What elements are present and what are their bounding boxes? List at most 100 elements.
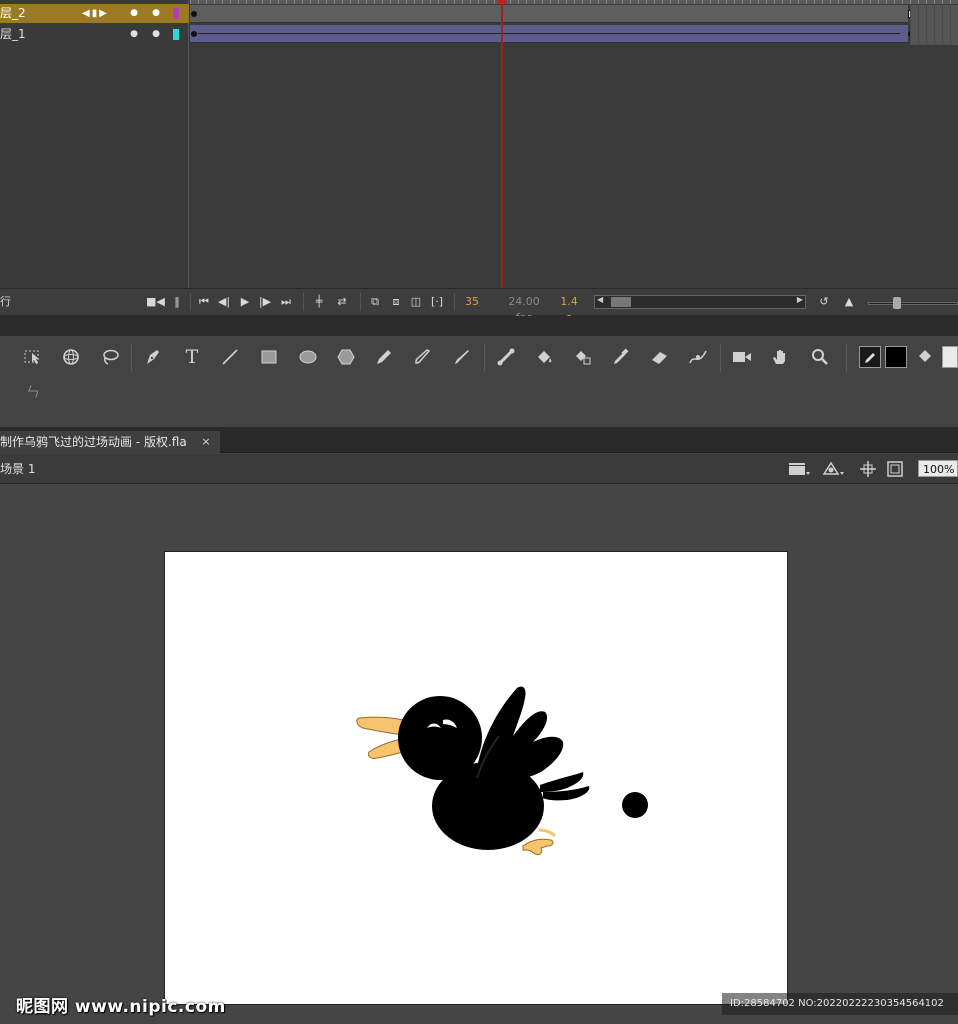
playhead-handle[interactable] (498, 0, 506, 4)
go-first-frame-icon[interactable]: ⏮ (197, 294, 211, 310)
zoom-input[interactable]: 100% (918, 460, 958, 477)
brush-tool-icon[interactable] (449, 345, 475, 369)
divider (484, 344, 485, 372)
text-tool-icon[interactable]: T (179, 345, 205, 369)
center-stage-icon[interactable] (858, 460, 880, 478)
paint-bucket-tool-icon[interactable] (531, 345, 557, 369)
width-tool-icon[interactable] (685, 345, 711, 369)
current-frame[interactable]: 35 (462, 294, 482, 310)
frame-rate[interactable]: 24.00 fps (500, 294, 548, 324)
keyframe-nav-icon[interactable]: ◀▮▶ (82, 4, 109, 23)
fill-color-swatch[interactable] (885, 346, 907, 368)
layer-color-swatch[interactable] (173, 8, 179, 19)
stage-canvas[interactable] (164, 551, 788, 1005)
fill-preview-swatch[interactable] (942, 346, 958, 368)
watermark-logo: 昵图网 www.nipic.com (16, 997, 226, 1017)
go-last-frame-icon[interactable]: ⏭ (279, 294, 293, 310)
divider (454, 293, 455, 311)
edit-bar: 场景 1 100% (0, 454, 958, 484)
edit-symbols-icon[interactable] (822, 460, 844, 478)
scroll-left-icon[interactable]: ◀ (597, 295, 603, 304)
keyframe-icon[interactable] (191, 31, 197, 37)
onion-skin-icon[interactable]: ⧉ (368, 294, 382, 310)
play-icon[interactable]: ▶ (238, 294, 252, 310)
timeline-label: 行 (0, 295, 11, 308)
rectangle-tool-icon[interactable] (256, 345, 282, 369)
keyframe-icon[interactable] (191, 11, 197, 17)
layer-row-2[interactable]: 层_2 ◀▮▶ ● ● (0, 4, 189, 23)
divider (846, 344, 847, 372)
expand-icon[interactable]: ▲ (842, 294, 856, 310)
visibility-dot-icon[interactable]: ● (130, 25, 138, 44)
layer-name[interactable]: 层_2 (0, 4, 26, 23)
modify-markers-icon[interactable]: [·] (429, 294, 445, 310)
edit-scene-icon[interactable] (788, 460, 810, 478)
3d-rotation-tool-icon[interactable] (58, 345, 84, 369)
oval-tool-icon[interactable] (295, 345, 321, 369)
crow-illustration[interactable] (345, 680, 615, 860)
timeline-scrollbar[interactable]: ◀ ▶ (594, 295, 806, 309)
line-tool-icon[interactable] (217, 345, 243, 369)
ink-bottle-tool-icon[interactable] (570, 345, 596, 369)
hand-tool-icon[interactable] (768, 345, 794, 369)
camera-toggle-icon[interactable]: ■◀ (146, 294, 165, 310)
layer-options-icon[interactable]: ‖ (172, 294, 182, 310)
timeline-controls: 行 ■◀ ‖ ⏮ ◀| ▶ |▶ ⏭ ╪ ⇄ ⧉ ⧈ ◫ [·] 35 24.0… (0, 288, 958, 324)
frame-ruler[interactable] (190, 0, 958, 4)
timeline-panel: 层_2 ◀▮▶ ● ● 层_1 ● ● (0, 0, 958, 288)
free-transform-tool-icon[interactable] (20, 345, 46, 369)
divider (360, 293, 361, 311)
layer-name[interactable]: 层_1 (0, 25, 26, 44)
document-tab[interactable]: 制作乌鸦飞过的过场动画 - 版权.fla × (0, 431, 220, 453)
eraser-tool-icon[interactable] (647, 345, 673, 369)
loop-icon[interactable]: ⇄ (334, 294, 350, 310)
divider (190, 293, 191, 311)
camera-tool-icon[interactable] (729, 345, 755, 369)
divider (303, 293, 304, 311)
frames-area[interactable] (190, 0, 958, 288)
pen-tool-icon[interactable] (140, 345, 166, 369)
onion-skin-outline-icon[interactable]: ⧈ (389, 294, 403, 310)
step-back-icon[interactable]: ◀| (217, 294, 231, 310)
lock-dot-icon[interactable]: ● (152, 4, 160, 23)
undo-loop-icon[interactable]: ↺ (816, 294, 832, 310)
frame-cells[interactable] (910, 5, 958, 45)
layer-row-1[interactable]: 层_1 ● ● (0, 25, 189, 44)
edit-multiple-frames-icon[interactable]: ◫ (409, 294, 423, 310)
visibility-dot-icon[interactable]: ● (130, 4, 138, 23)
lock-dot-icon[interactable]: ● (152, 25, 160, 44)
tools-panel: T ㄣ (0, 336, 958, 428)
polystar-tool-icon[interactable] (333, 345, 359, 369)
timeline-zoom-slider[interactable] (868, 302, 958, 305)
subtool-icon[interactable]: ㄣ (26, 382, 40, 401)
frame-strip-layer-2[interactable] (190, 5, 913, 23)
paint-brush-tool-icon[interactable] (410, 345, 436, 369)
close-icon[interactable]: × (199, 431, 213, 453)
motion-tween-arrow (198, 33, 900, 34)
zoom-tool-icon[interactable] (807, 345, 833, 369)
stroke-color-swatch[interactable] (859, 346, 881, 368)
divider (720, 344, 721, 372)
pencil-tool-icon[interactable] (371, 345, 397, 369)
elapsed-time[interactable]: 1.4 s (556, 294, 582, 324)
lasso-tool-icon[interactable] (97, 345, 123, 369)
scroll-right-icon[interactable]: ▶ (797, 295, 803, 304)
eyedropper-tool-icon[interactable] (608, 345, 634, 369)
layer-list: 层_2 ◀▮▶ ● ● 层_1 ● ● (0, 0, 189, 288)
layer-color-swatch[interactable] (173, 29, 179, 40)
slider-thumb[interactable] (893, 297, 901, 309)
clip-content-icon[interactable] (886, 460, 908, 478)
divider (131, 344, 132, 372)
scrollbar-thumb[interactable] (611, 297, 631, 307)
bone-tool-icon[interactable] (493, 345, 519, 369)
panel-divider[interactable] (0, 316, 958, 336)
ball-shape[interactable] (622, 792, 648, 818)
document-title[interactable]: 制作乌鸦飞过的过场动画 - 版权.fla (0, 435, 187, 449)
fill-bucket-icon[interactable] (916, 345, 936, 369)
scene-breadcrumb[interactable]: 场景 1 (0, 460, 35, 477)
center-frame-icon[interactable]: ╪ (311, 294, 327, 310)
frame-strip-layer-1[interactable] (190, 25, 914, 43)
pasteboard[interactable] (0, 484, 958, 1024)
step-forward-icon[interactable]: |▶ (258, 294, 272, 310)
playhead[interactable] (501, 0, 503, 288)
